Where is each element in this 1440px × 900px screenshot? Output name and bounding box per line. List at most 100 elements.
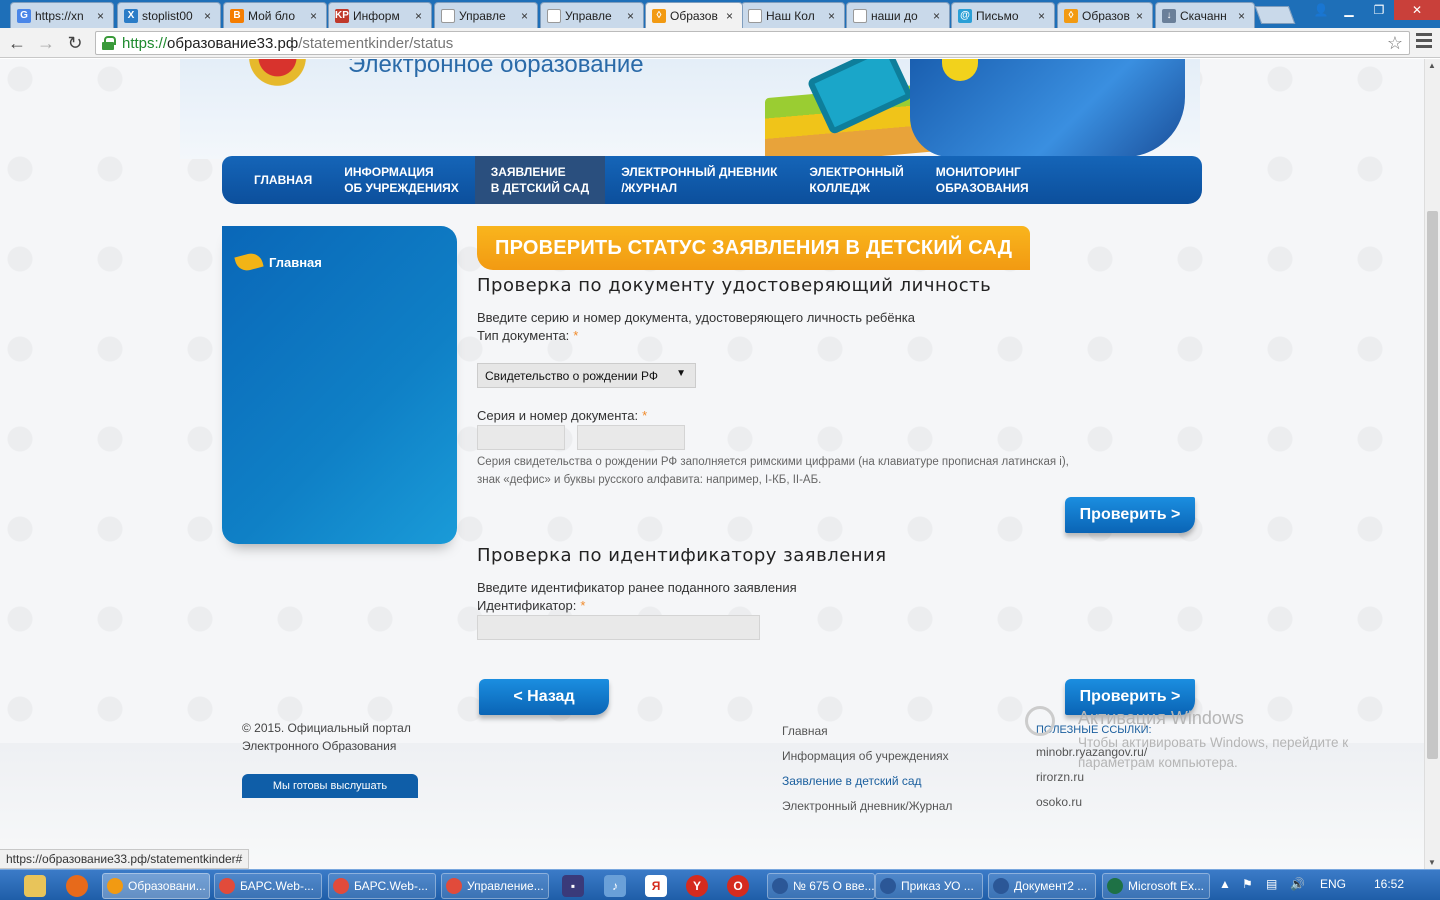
doc-number-input[interactable] [577,425,685,450]
browser-tab[interactable]: наши до × [846,2,950,28]
footer-link-diary[interactable]: Электронный дневник/Журнал [782,799,952,813]
identifier-input[interactable] [477,615,760,640]
nav-electronic-diary[interactable]: ЭЛЕКТРОННЫЙ ДНЕВНИК /ЖУРНАЛ [605,156,793,204]
taskbar-task[interactable]: БАРС.Web-... [214,873,322,899]
action-center-icon[interactable]: ⚑ [1242,877,1253,891]
browser-tab[interactable]: Управле × [434,2,538,28]
yandex-browser-icon[interactable]: Y [686,875,708,897]
show-hidden-icons[interactable]: ▲ [1219,877,1231,891]
firefox-icon[interactable] [66,875,88,897]
browser-tab[interactable]: KP Информ × [328,2,432,28]
address-bar[interactable]: https:// образование33.рф /statementkind… [95,31,1410,55]
reload-icon[interactable]: ↻ [63,31,87,55]
profile-icon[interactable]: 👤 [1308,0,1334,20]
tab-close-icon[interactable]: × [627,9,637,23]
taskbar-task[interactable]: Приказ УО ... [875,873,983,899]
browser-tab[interactable]: B Мой бло × [223,2,327,28]
tab-close-icon[interactable]: × [415,9,425,23]
tab-favicon-icon: ↓ [1162,8,1176,23]
tab-favicon-icon: ◊ [1064,8,1078,23]
opera-icon[interactable]: O [727,875,749,897]
browser-tab[interactable]: Управле × [540,2,644,28]
minimize-button[interactable]: ▁ [1334,0,1364,20]
browser-tab[interactable]: ◊ Образов × [645,2,743,28]
browser-tab[interactable]: ↓ Скачанн × [1155,2,1255,28]
feedback-button[interactable]: Мы готовы выслушать [242,774,418,798]
activation-text: Чтобы активировать Windows, перейдите к … [1078,735,1349,770]
site-title[interactable]: Электронное образование [348,59,644,79]
tab-close-icon[interactable]: × [1238,9,1248,23]
task-label: № 675 О вве... [793,879,875,893]
tab-close-icon[interactable]: × [1038,9,1048,23]
tab-favicon-icon: G [17,8,31,23]
back-icon[interactable]: ← [5,31,29,55]
nav-main[interactable]: ГЛАВНАЯ [222,156,328,204]
identifier-label-text: Идентификатор: [477,598,577,613]
footer-link-institutions[interactable]: Информация об учреждениях [782,749,949,763]
save-icon[interactable]: ▪ [562,875,584,897]
browser-tab[interactable]: @ Письмо × [951,2,1055,28]
yandex-icon[interactable]: Я [645,875,667,897]
back-button[interactable]: < Назад [479,679,609,715]
sidebar-item-label: Главная [269,254,322,270]
taskbar-task[interactable]: БАРС.Web-... [328,873,436,899]
browser-tab[interactable]: Наш Кол × [741,2,845,28]
scroll-down-icon[interactable]: ▼ [1428,858,1436,867]
browser-tab[interactable]: Ghttps://xn × [10,2,114,28]
section-identifier-title: Проверка по идентификатору заявления [477,545,887,566]
taskbar-task[interactable]: Документ2 ... [988,873,1096,899]
footer-link-kindergarten[interactable]: Заявление в детский сад [782,774,922,788]
tab-close-icon[interactable]: × [1136,9,1146,23]
sound-app-icon[interactable]: ♪ [604,875,626,897]
task-app-icon [772,878,788,894]
close-window-button[interactable]: ✕ [1394,0,1440,20]
taskbar-task[interactable]: Управление... [441,873,549,899]
new-tab-button[interactable] [1254,6,1296,24]
useful-link-rirorzn[interactable]: rirorzn.ru [1036,770,1084,784]
section-document-intro: Введите серию и номер документа, удостов… [477,310,915,325]
useful-link-osoko[interactable]: osoko.ru [1036,795,1082,809]
task-label: БАРС.Web-... [240,879,314,893]
nav-kindergarten-application[interactable]: ЗАЯВЛЕНИЕ В ДЕТСКИЙ САД [474,156,606,204]
scrollbar-thumb[interactable] [1427,211,1438,759]
sidebar-item-main[interactable]: Главная [234,250,322,274]
url-scheme: https:// [122,34,168,52]
file-explorer-icon[interactable] [24,875,46,897]
footer-link-main[interactable]: Главная [782,724,828,738]
page-viewport: Электронное образование ГЛАВНАЯ ИНФОРМАЦ… [0,59,1424,869]
hint-line-1: Серия свидетельства о рождении РФ заполн… [477,456,1069,468]
tab-close-icon[interactable]: × [726,9,736,23]
tab-close-icon[interactable]: × [97,9,107,23]
tab-close-icon[interactable]: × [521,9,531,23]
tab-title: Письмо [976,8,1019,23]
volume-icon[interactable]: 🔊 [1290,877,1305,891]
tab-close-icon[interactable]: × [310,9,320,23]
nav-electronic-college[interactable]: ЭЛЕКТРОННЫЙ КОЛЛЕДЖ [793,156,919,204]
maximize-button[interactable]: ❐ [1364,0,1394,20]
doc-number-label: Серия и номер документа: * [477,408,647,423]
check-by-document-button[interactable]: Проверить > [1065,497,1195,533]
tab-close-icon[interactable]: × [828,9,838,23]
task-app-icon [219,878,235,894]
forward-icon[interactable]: → [34,31,58,55]
nav-education-monitoring[interactable]: МОНИТОРИНГ ОБРАЗОВАНИЯ [920,156,1045,204]
scroll-up-icon[interactable]: ▲ [1428,61,1436,70]
nav-institutions[interactable]: ИНФОРМАЦИЯ ОБ УЧРЕЖДЕНИЯХ [328,156,475,204]
doc-type-select[interactable]: Свидетельство о рождении РФ ▼ [477,363,696,388]
task-app-icon [107,878,123,894]
browser-tab[interactable]: Xstoplist00 × [117,2,221,28]
tab-close-icon[interactable]: × [933,9,943,23]
clock[interactable]: 16:52 [1374,877,1404,891]
network-icon[interactable]: ▤ [1266,877,1277,891]
chrome-menu-icon[interactable] [1416,33,1432,51]
taskbar-task[interactable]: Образовани... [102,873,210,899]
page-scrollbar[interactable]: ▲ ▼ [1424,59,1440,869]
taskbar-task[interactable]: Microsoft Ex... [1102,873,1210,899]
tab-title: Мой бло [248,8,295,23]
taskbar-task[interactable]: № 675 О вве... [767,873,875,899]
tab-close-icon[interactable]: × [204,9,214,23]
doc-series-input[interactable] [477,425,565,450]
language-indicator[interactable]: ENG [1320,877,1346,891]
browser-tab[interactable]: ◊ Образов × [1057,2,1153,28]
bookmark-star-icon[interactable]: ☆ [1387,33,1403,54]
